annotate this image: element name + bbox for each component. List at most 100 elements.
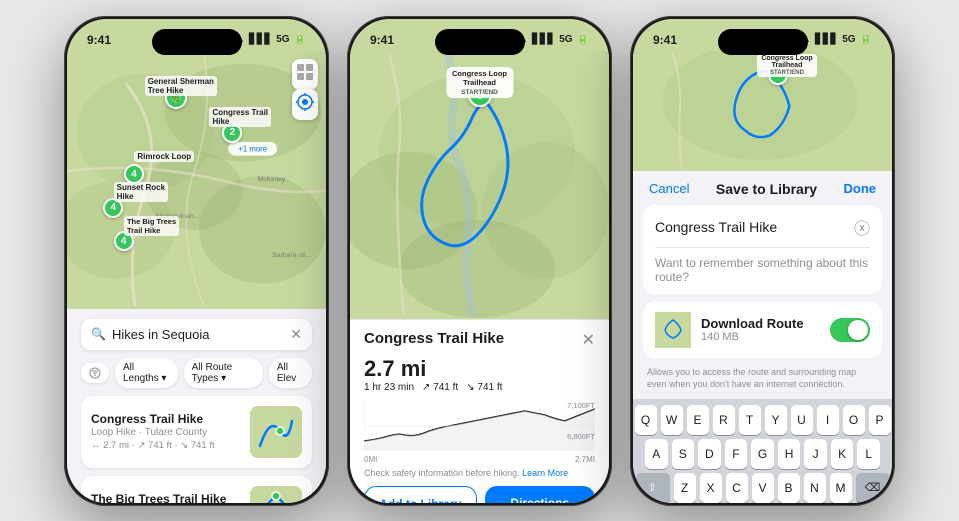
search-bottom-sheet: 🔍 Hikes in Sequoia ✕ All Lengths ▾ All R… xyxy=(67,309,326,503)
key-delete[interactable]: ⌫ xyxy=(856,473,890,503)
key-k[interactable]: K xyxy=(831,439,854,469)
panel-elev-gain: ↗ 741 ft xyxy=(422,382,458,393)
download-toggle[interactable] xyxy=(830,318,870,342)
key-u[interactable]: U xyxy=(791,405,813,435)
key-i[interactable]: I xyxy=(817,405,839,435)
battery-icon-1: 🔋 xyxy=(294,34,306,45)
done-button[interactable]: Done xyxy=(844,181,877,196)
panel-substats: 1 hr 23 min ↗ 741 ft ↘ 741 ft xyxy=(364,382,595,393)
key-s[interactable]: S xyxy=(672,439,695,469)
thumb-map-bigtrees xyxy=(250,486,302,503)
chart-x-start: 0MI xyxy=(364,455,377,464)
key-r[interactable]: R xyxy=(713,405,735,435)
save-panel: Cancel Save to Library Done Congress Tra… xyxy=(633,171,892,503)
key-g[interactable]: G xyxy=(751,439,774,469)
pin-label-sunset: Sunset RockHike xyxy=(114,182,168,202)
key-v[interactable]: V xyxy=(752,473,774,503)
svg-text:Barbara ott...: Barbara ott... xyxy=(272,252,312,259)
download-title: Download Route xyxy=(701,316,820,331)
key-o[interactable]: O xyxy=(843,405,865,435)
search-icon: 🔍 xyxy=(91,327,106,341)
key-p[interactable]: P xyxy=(869,405,891,435)
key-y[interactable]: Y xyxy=(765,405,787,435)
kb-row-1: Q W E R T Y U I O P xyxy=(637,405,888,435)
chart-x-end: 2.7MI xyxy=(575,455,595,464)
add-to-library-button[interactable]: Add to Library xyxy=(364,486,477,503)
key-j[interactable]: J xyxy=(804,439,827,469)
hike-item-congress[interactable]: Congress Trail Hike Loop Hike · Tulare C… xyxy=(81,396,312,468)
key-x[interactable]: X xyxy=(700,473,722,503)
map-phone2: + Congress LoopTrailheadSTART/END xyxy=(350,51,609,319)
hike-subtitle-congress: Loop Hike · Tulare County xyxy=(91,427,240,438)
key-q[interactable]: Q xyxy=(635,405,657,435)
key-h[interactable]: H xyxy=(778,439,801,469)
thumb-map-congress xyxy=(250,406,302,458)
name-clear-button[interactable]: ⓧ xyxy=(854,215,870,239)
filter-row: All Lengths ▾ All Route Types ▾ All Elev xyxy=(81,358,312,388)
action-buttons: Add to Library Directions xyxy=(364,486,595,503)
cancel-button[interactable]: Cancel xyxy=(649,181,689,196)
key-n[interactable]: N xyxy=(804,473,826,503)
signal-icon-2: ▋▋▋ xyxy=(532,34,555,45)
search-clear-button[interactable]: ✕ xyxy=(290,326,302,343)
trailhead-label: Congress LoopTrailheadSTART/END xyxy=(446,67,513,98)
iphone-1: 9:41 ▲ ▋▋▋ 5G 🔋 xyxy=(64,16,329,506)
map-type-button[interactable] xyxy=(292,59,318,90)
search-bar[interactable]: 🔍 Hikes in Sequoia ✕ xyxy=(81,319,312,350)
status-icons-2: ▲ ▋▋▋ 5G 🔋 xyxy=(518,34,589,45)
filter-icon xyxy=(89,367,101,379)
key-t[interactable]: T xyxy=(739,405,761,435)
status-icons-3: ▲ ▋▋▋ 5G 🔋 xyxy=(801,34,872,45)
kb-row-2: A S D F G H J K L xyxy=(637,439,888,469)
key-l[interactable]: L xyxy=(857,439,880,469)
download-row: Download Route 140 MB xyxy=(643,302,882,358)
directions-button[interactable]: Directions xyxy=(485,486,596,503)
panel-title-row: Congress Trail Hike ✕ xyxy=(364,330,595,350)
hike-name-input[interactable]: Congress Trail Hike xyxy=(655,219,854,235)
panel-distance: 2.7 mi xyxy=(364,356,595,382)
key-z[interactable]: Z xyxy=(674,473,696,503)
map-pin-rimrock[interactable]: 4 xyxy=(124,164,144,184)
learn-more-link[interactable]: Learn More xyxy=(522,468,568,478)
elev-high-label: 7,100FT xyxy=(567,401,595,410)
time-3: 9:41 xyxy=(653,33,677,47)
pin-label-rimrock: Rimrock Loop xyxy=(134,151,194,162)
elevation-chart: 7,100FT 6,800FT xyxy=(364,401,595,451)
pin-label-bigtrees: The Big TreesTrail Hike xyxy=(124,216,179,236)
key-m[interactable]: M xyxy=(830,473,852,503)
hike-item-bigtrees[interactable]: The Big Trees Trail Hike Loop Hike · Tul… xyxy=(81,476,312,503)
download-description: Allows you to access the route and surro… xyxy=(643,366,882,391)
key-e[interactable]: E xyxy=(687,405,709,435)
download-map-svg xyxy=(655,312,691,348)
location-button[interactable] xyxy=(292,89,318,120)
key-b[interactable]: B xyxy=(778,473,800,503)
key-a[interactable]: A xyxy=(645,439,668,469)
filter-lengths[interactable]: All Lengths ▾ xyxy=(115,358,178,388)
save-form: Congress Trail Hike ⓧ Want to remember s… xyxy=(643,205,882,294)
filter-chip-icon[interactable] xyxy=(81,363,109,383)
download-map-preview xyxy=(655,312,691,348)
key-c[interactable]: C xyxy=(726,473,748,503)
battery-icon-3: 🔋 xyxy=(860,34,872,45)
hike-detail-panel: Congress Trail Hike ✕ 2.7 mi 1 hr 23 min… xyxy=(350,319,609,503)
trailhead-label-3: Congress LoopTrailheadSTART/END xyxy=(757,54,816,77)
key-f[interactable]: F xyxy=(725,439,748,469)
hike-info-bigtrees: The Big Trees Trail Hike Loop Hike · Tul… xyxy=(91,492,240,503)
panel-close-button[interactable]: ✕ xyxy=(582,330,595,350)
hike-name-bigtrees: The Big Trees Trail Hike xyxy=(91,492,240,503)
save-dialog-title: Save to Library xyxy=(716,181,817,197)
dynamic-island-1 xyxy=(152,29,242,55)
signal-icon-3: ▋▋▋ xyxy=(815,34,838,45)
filter-elev[interactable]: All Elev xyxy=(269,358,312,388)
network-2: 5G xyxy=(559,34,572,45)
hike-info-congress: Congress Trail Hike Loop Hike · Tulare C… xyxy=(91,412,240,451)
save-note-field[interactable]: Want to remember something about this ro… xyxy=(655,256,870,284)
network-1: 5G xyxy=(276,34,289,45)
key-w[interactable]: W xyxy=(661,405,683,435)
location-icon xyxy=(296,93,314,111)
key-shift[interactable]: ⇧ xyxy=(636,473,670,503)
key-d[interactable]: D xyxy=(698,439,721,469)
safety-text: Check safety information before hiking. … xyxy=(364,468,595,478)
filter-types[interactable]: All Route Types ▾ xyxy=(184,358,263,388)
save-name-row: Congress Trail Hike ⓧ xyxy=(655,215,870,248)
